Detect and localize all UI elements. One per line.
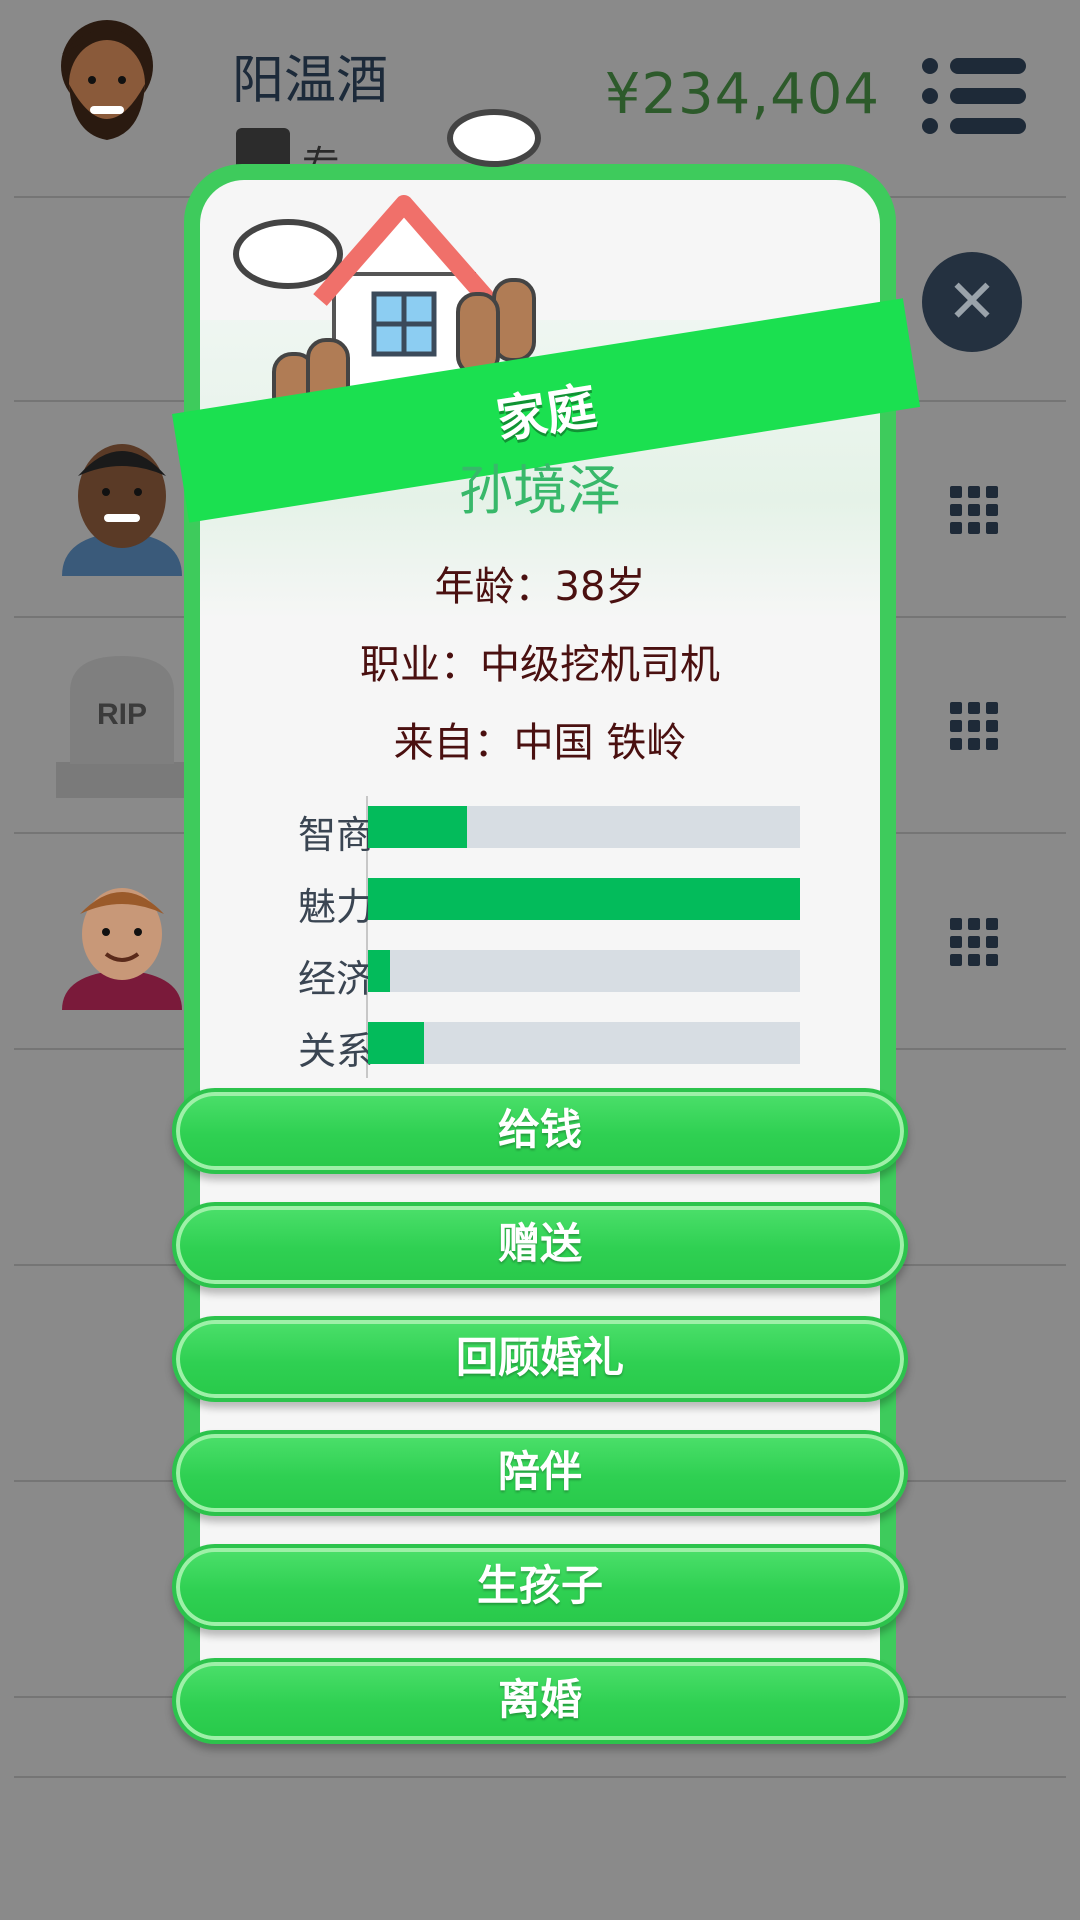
- stat-label-iq: 智商: [297, 813, 374, 857]
- member-origin: 来自：中国 铁岭: [393, 720, 687, 766]
- stat-label-economy: 经济: [297, 957, 374, 1001]
- close-icon: ✕: [946, 267, 998, 337]
- give-money-button[interactable]: 给钱: [172, 1088, 908, 1174]
- avatar[interactable]: [62, 870, 182, 1010]
- member-name: 孙境泽: [459, 459, 621, 522]
- avatar[interactable]: [62, 436, 182, 576]
- stat-label-relation: 关系: [297, 1029, 374, 1073]
- stat-bar-charm: [368, 878, 800, 920]
- stat-fill-relation: [368, 1022, 425, 1064]
- family-dialog: 家庭 孙境泽 年龄：38岁 职业：中级挖机司机 来自：中国 铁岭 智商 魅力 经…: [172, 109, 921, 1744]
- grid-icon[interactable]: [950, 918, 998, 966]
- menu-icon[interactable]: [922, 58, 1026, 134]
- gift-button[interactable]: 赠送: [172, 1202, 908, 1288]
- rip-text: RIP: [97, 698, 147, 731]
- stat-fill-charm: [368, 878, 800, 920]
- accompany-button[interactable]: 陪伴: [172, 1430, 908, 1516]
- have-child-button[interactable]: 生孩子: [172, 1544, 908, 1630]
- stat-label-charm: 魅力: [297, 885, 374, 929]
- grid-icon[interactable]: [950, 486, 998, 534]
- review-wedding-button[interactable]: 回顾婚礼: [172, 1316, 908, 1402]
- stat-bar-relation: [368, 1022, 800, 1064]
- player-avatar[interactable]: [52, 14, 162, 144]
- player-name: 阳温酒: [232, 51, 389, 111]
- money-balance: ¥234,404: [604, 62, 880, 127]
- stat-bar-iq: [368, 806, 800, 848]
- stat-fill-iq: [368, 806, 468, 848]
- close-button[interactable]: ✕: [922, 252, 1022, 352]
- member-job: 职业：中级挖机司机: [360, 642, 720, 688]
- divorce-button[interactable]: 离婚: [172, 1658, 908, 1744]
- grid-icon[interactable]: [950, 702, 998, 750]
- stat-bar-economy: [368, 950, 800, 992]
- member-age: 年龄：38岁: [434, 564, 646, 610]
- tombstone-icon: RIP: [56, 656, 188, 798]
- stat-fill-economy: [368, 950, 390, 992]
- divider: [14, 1776, 1066, 1778]
